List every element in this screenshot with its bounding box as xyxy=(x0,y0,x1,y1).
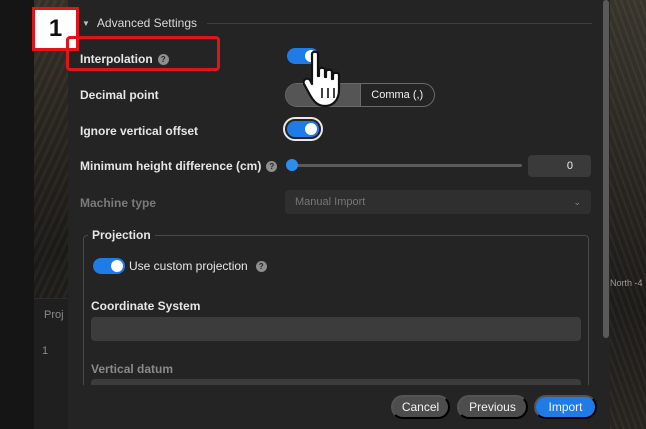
dialog-footer xyxy=(68,385,610,429)
min-height-input[interactable]: 0 xyxy=(528,155,591,177)
cancel-button[interactable]: Cancel xyxy=(391,395,450,419)
advanced-settings-title: Advanced Settings xyxy=(96,16,197,30)
toggle-knob xyxy=(111,260,123,272)
use-custom-projection-text: Use custom projection xyxy=(129,259,248,273)
ignore-vertical-offset-toggle[interactable] xyxy=(283,117,323,141)
advanced-settings-header[interactable]: ▼ Advanced Settings xyxy=(82,15,592,31)
toggle-knob xyxy=(305,123,317,135)
coordinate-system-input[interactable] xyxy=(91,317,581,341)
vertical-datum-label: Vertical datum xyxy=(91,362,174,376)
help-icon[interactable]: ? xyxy=(255,260,267,272)
background-table-header: Proj xyxy=(44,309,64,321)
machine-type-select: Manual Import ⌄ xyxy=(285,190,591,214)
use-custom-projection-label: Use custom projection ? xyxy=(129,259,267,273)
background-map-right xyxy=(610,0,646,429)
decimal-point-option-comma[interactable]: Comma (,) xyxy=(359,84,435,106)
background-map-label: North -4 xyxy=(610,278,643,288)
help-icon[interactable]: ? xyxy=(266,160,278,172)
background-table-row-index: 1 xyxy=(42,345,49,357)
interpolation-highlight-box xyxy=(66,36,220,71)
chevron-down-icon: ⌄ xyxy=(573,196,581,207)
machine-type-label: Machine type xyxy=(80,196,157,210)
machine-type-value: Manual Import xyxy=(295,196,366,208)
chevron-down-icon: ▼ xyxy=(82,18,90,28)
previous-button[interactable]: Previous xyxy=(457,395,528,419)
background-table: Proj 1 xyxy=(34,298,68,429)
min-height-difference-label-text: Minimum height difference (cm) xyxy=(80,159,262,173)
min-height-slider-thumb[interactable] xyxy=(286,159,298,171)
min-height-slider-track[interactable] xyxy=(292,164,522,167)
background-panel xyxy=(0,0,34,429)
section-divider xyxy=(207,22,592,24)
decimal-point-label: Decimal point xyxy=(80,88,159,102)
ignore-vertical-offset-label: Ignore vertical offset xyxy=(80,124,199,138)
dialog-scrollbar[interactable] xyxy=(603,0,609,338)
coordinate-system-label: Coordinate System xyxy=(91,299,201,313)
projection-legend: Projection xyxy=(88,228,155,242)
import-button[interactable]: Import xyxy=(534,395,597,419)
hand-pointer-icon xyxy=(303,50,341,108)
use-custom-projection-toggle[interactable] xyxy=(93,258,125,274)
min-height-difference-label: Minimum height difference (cm) ? xyxy=(80,159,278,173)
